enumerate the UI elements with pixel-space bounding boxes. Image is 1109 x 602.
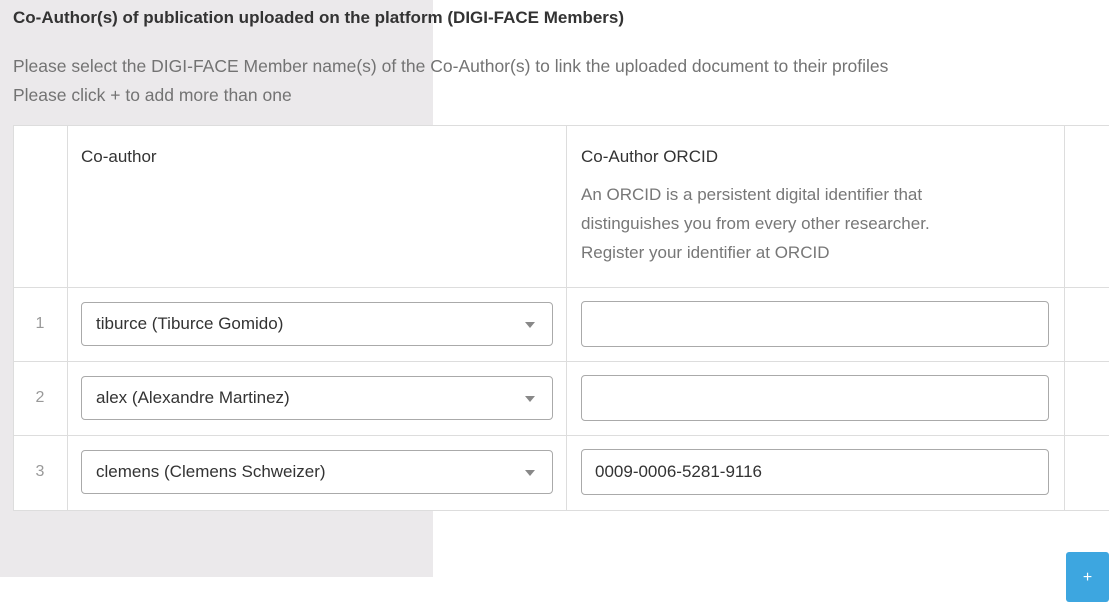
chevron-down-icon <box>525 396 535 402</box>
table-border <box>1064 125 1065 511</box>
coauthor-table: Co-author Co-Author ORCID An ORCID is a … <box>13 125 1109 511</box>
orcid-desc-line: distinguishes you from every other resea… <box>581 214 930 233</box>
table-border <box>13 287 1109 288</box>
table-border <box>13 435 1109 436</box>
header-coauthor: Co-author <box>81 147 157 166</box>
add-coauthor-button[interactable]: + <box>1066 552 1109 602</box>
chevron-down-icon <box>525 322 535 328</box>
section-title: Co-Author(s) of publication uploaded on … <box>13 8 625 27</box>
add-button-label: + <box>1082 569 1093 586</box>
row-number: 3 <box>35 463 45 480</box>
orcid-input[interactable] <box>581 449 1049 495</box>
header-orcid: Co-Author ORCID <box>581 147 718 166</box>
coauthor-select-value: alex (Alexandre Martinez) <box>96 388 290 407</box>
table-border <box>13 510 1109 511</box>
coauthor-select[interactable]: tiburce (Tiburce Gomido) <box>81 302 553 346</box>
coauthor-select[interactable]: clemens (Clemens Schweizer) <box>81 450 553 494</box>
table-border <box>566 125 567 511</box>
help-line-select: Please select the DIGI-FACE Member name(… <box>13 56 889 76</box>
orcid-input[interactable] <box>581 301 1049 347</box>
table-border <box>67 125 68 511</box>
table-border <box>13 361 1109 362</box>
row-number: 2 <box>35 389 45 406</box>
table-border <box>13 125 1109 126</box>
row-number: 1 <box>35 315 45 332</box>
orcid-description: An ORCID is a persistent digital identif… <box>581 180 1041 267</box>
help-text: Please select the DIGI-FACE Member name(… <box>13 52 888 110</box>
coauthor-select[interactable]: alex (Alexandre Martinez) <box>81 376 553 420</box>
orcid-input[interactable] <box>581 375 1049 421</box>
coauthor-select-value: tiburce (Tiburce Gomido) <box>96 314 284 333</box>
coauthor-select-value: clemens (Clemens Schweizer) <box>96 462 326 481</box>
chevron-down-icon <box>525 470 535 476</box>
help-line-add: Please click + to add more than one <box>13 85 292 105</box>
orcid-desc-line: Register your identifier at ORCID <box>581 243 830 262</box>
orcid-desc-line: An ORCID is a persistent digital identif… <box>581 185 923 204</box>
